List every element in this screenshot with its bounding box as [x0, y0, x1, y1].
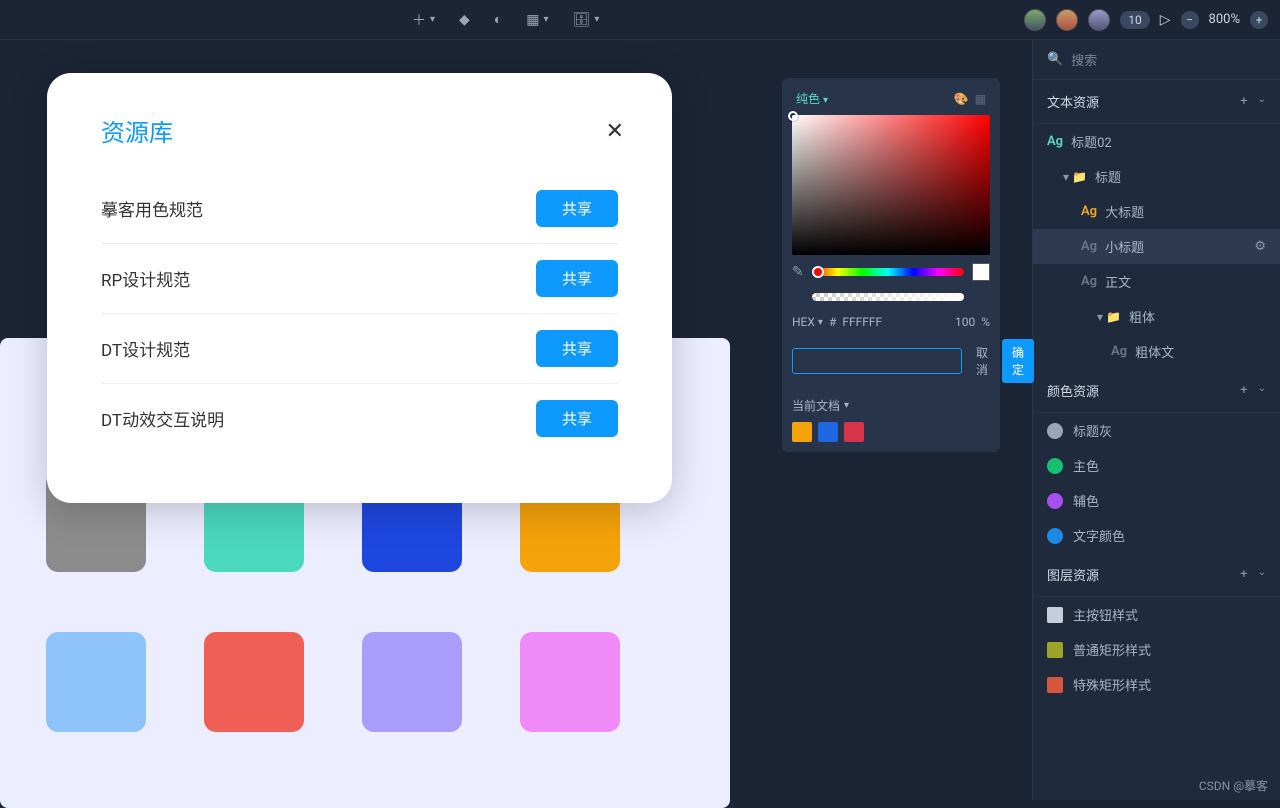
- swatch[interactable]: [204, 632, 304, 732]
- library-item: 摹客用色规范 共享: [101, 174, 618, 244]
- color-resource-item[interactable]: 文字颜色: [1033, 518, 1280, 553]
- main: 资源库 ✕ 摹客用色规范 共享 RP设计规范 共享 DT设计规范 共享 DT动效…: [0, 40, 1280, 800]
- ok-button[interactable]: 确定: [1002, 339, 1034, 383]
- toolbox-tool[interactable]: 🗄 ▾: [573, 12, 600, 28]
- layer-resource-item[interactable]: 主按钮样式: [1033, 597, 1280, 632]
- library-item-name: DT设计规范: [101, 336, 190, 361]
- hue-slider[interactable]: [812, 268, 964, 276]
- color-resource-item[interactable]: 标题灰: [1033, 413, 1280, 448]
- text-folder[interactable]: ▾ 📁标题: [1033, 159, 1280, 194]
- add-icon[interactable]: +: [1240, 567, 1247, 582]
- library-item-name: 摹客用色规范: [101, 196, 203, 221]
- library-item: RP设计规范 共享: [101, 244, 618, 314]
- doc-swatch[interactable]: [818, 422, 838, 442]
- layer-section-label: 图层资源: [1047, 565, 1099, 584]
- canvas[interactable]: 资源库 ✕ 摹客用色规范 共享 RP设计规范 共享 DT设计规范 共享 DT动效…: [0, 40, 1032, 800]
- avatar-2[interactable]: [1056, 9, 1078, 31]
- color-picker-handle[interactable]: [788, 111, 798, 121]
- swatch[interactable]: [520, 632, 620, 732]
- color-mode-row: 纯色 ▾ 🎨 ▦: [792, 88, 990, 115]
- eyedropper-icon[interactable]: ✎: [792, 264, 804, 280]
- text-style-item-selected[interactable]: Ag小标题⚙: [1033, 229, 1280, 264]
- add-tool[interactable]: ＋ ▾: [412, 10, 435, 30]
- close-icon[interactable]: ✕: [606, 119, 624, 144]
- text-style-item[interactable]: Ag标题02: [1033, 124, 1280, 159]
- share-button[interactable]: 共享: [536, 330, 618, 367]
- doc-swatches: [792, 422, 990, 442]
- share-button[interactable]: 共享: [536, 190, 618, 227]
- library-item-name: RP设计规范: [101, 266, 190, 291]
- alpha-value[interactable]: 100: [955, 315, 975, 329]
- library-modal: 资源库 ✕ 摹客用色规范 共享 RP设计规范 共享 DT设计规范 共享 DT动效…: [47, 73, 672, 503]
- add-icon[interactable]: +: [1240, 383, 1247, 398]
- hue-handle[interactable]: [812, 266, 824, 278]
- zoom-level[interactable]: 800%: [1209, 12, 1240, 27]
- swatch[interactable]: [362, 632, 462, 732]
- diamond-tool[interactable]: ◆: [459, 12, 470, 28]
- hash-label: #: [829, 315, 836, 329]
- topbar: ＋ ▾ ◆ ◐ ▦ ▾ 🗄 ▾ 10 ▷ − 800% +: [0, 0, 1280, 40]
- modal-list: 摹客用色规范 共享 RP设计规范 共享 DT设计规范 共享 DT动效交互说明 共…: [101, 174, 618, 453]
- palette-icon[interactable]: 🎨: [954, 92, 969, 106]
- hex-row: HEX ▾ # FFFFFF 100 %: [792, 315, 990, 329]
- current-doc-label[interactable]: 当前文档 ▾: [792, 397, 990, 414]
- add-icon[interactable]: +: [1240, 94, 1247, 109]
- zoom-out-button[interactable]: −: [1181, 11, 1199, 29]
- color-field[interactable]: [792, 115, 990, 255]
- text-style-item[interactable]: Ag大标题: [1033, 194, 1280, 229]
- watermark: CSDN @摹客: [1199, 777, 1268, 794]
- avatar-1[interactable]: [1024, 9, 1046, 31]
- zoom-in-button[interactable]: +: [1250, 11, 1268, 29]
- percent-label: %: [981, 315, 990, 329]
- layer-resource-item[interactable]: 普通矩形样式: [1033, 632, 1280, 667]
- right-sidebar: 🔍 搜索 文本资源 + ⌄ Ag标题02 ▾ 📁标题 Ag大标题 Ag小标题⚙ A…: [1032, 40, 1280, 800]
- text-section-head[interactable]: 文本资源 + ⌄: [1033, 80, 1280, 124]
- layer-tool[interactable]: ▦ ▾: [526, 12, 548, 28]
- modal-title: 资源库: [101, 113, 618, 148]
- share-button[interactable]: 共享: [536, 400, 618, 437]
- chevron-down-icon[interactable]: ⌄: [1258, 94, 1266, 109]
- color-picker-panel: 纯色 ▾ 🎨 ▦ ✎ ✎ HEX ▾ #: [782, 78, 1000, 452]
- text-folder[interactable]: ▾ 📁粗体: [1033, 299, 1280, 334]
- avatar-3[interactable]: [1088, 9, 1110, 31]
- library-item: DT设计规范 共享: [101, 314, 618, 384]
- topbar-right: 10 ▷ − 800% +: [1024, 9, 1268, 31]
- search-row[interactable]: 🔍 搜索: [1033, 40, 1280, 80]
- color-name-input[interactable]: [792, 348, 962, 374]
- text-style-item[interactable]: Ag正文: [1033, 264, 1280, 299]
- color-name-row: 取消 确定: [792, 339, 990, 383]
- search-placeholder: 搜索: [1071, 50, 1097, 69]
- play-icon[interactable]: ▷: [1160, 12, 1171, 28]
- grid-icon[interactable]: ▦: [975, 92, 986, 106]
- color-resource-item[interactable]: 辅色: [1033, 483, 1280, 518]
- color-section-label: 颜色资源: [1047, 381, 1099, 400]
- library-item: DT动效交互说明 共享: [101, 384, 618, 453]
- swatch[interactable]: [46, 632, 146, 732]
- user-count-badge: 10: [1120, 11, 1150, 29]
- color-mode-select[interactable]: 纯色 ▾: [796, 90, 828, 107]
- color-section-head[interactable]: 颜色资源 + ⌄: [1033, 369, 1280, 413]
- settings-icon[interactable]: ⚙: [1254, 239, 1266, 254]
- chevron-down-icon[interactable]: ⌄: [1258, 567, 1266, 582]
- doc-swatch[interactable]: [844, 422, 864, 442]
- color-resource-item[interactable]: 主色: [1033, 448, 1280, 483]
- contrast-tool[interactable]: ◐: [494, 11, 502, 28]
- topbar-tools: ＋ ▾ ◆ ◐ ▦ ▾ 🗄 ▾: [412, 10, 599, 30]
- text-section-label: 文本资源: [1047, 92, 1099, 111]
- library-item-name: DT动效交互说明: [101, 406, 224, 431]
- layer-resource-item[interactable]: 特殊矩形样式: [1033, 667, 1280, 702]
- layer-section-head[interactable]: 图层资源 + ⌄: [1033, 553, 1280, 597]
- hex-value[interactable]: FFFFFF: [842, 315, 949, 329]
- cancel-button[interactable]: 取消: [968, 340, 996, 382]
- doc-swatch[interactable]: [792, 422, 812, 442]
- hex-format-select[interactable]: HEX ▾: [792, 315, 823, 329]
- search-icon: 🔍: [1047, 52, 1063, 67]
- swatch-row-2: [46, 632, 620, 732]
- color-preview: [972, 263, 990, 281]
- chevron-down-icon[interactable]: ⌄: [1258, 383, 1266, 398]
- share-button[interactable]: 共享: [536, 260, 618, 297]
- alpha-slider[interactable]: [812, 293, 964, 301]
- text-style-item[interactable]: Ag粗体文: [1033, 334, 1280, 369]
